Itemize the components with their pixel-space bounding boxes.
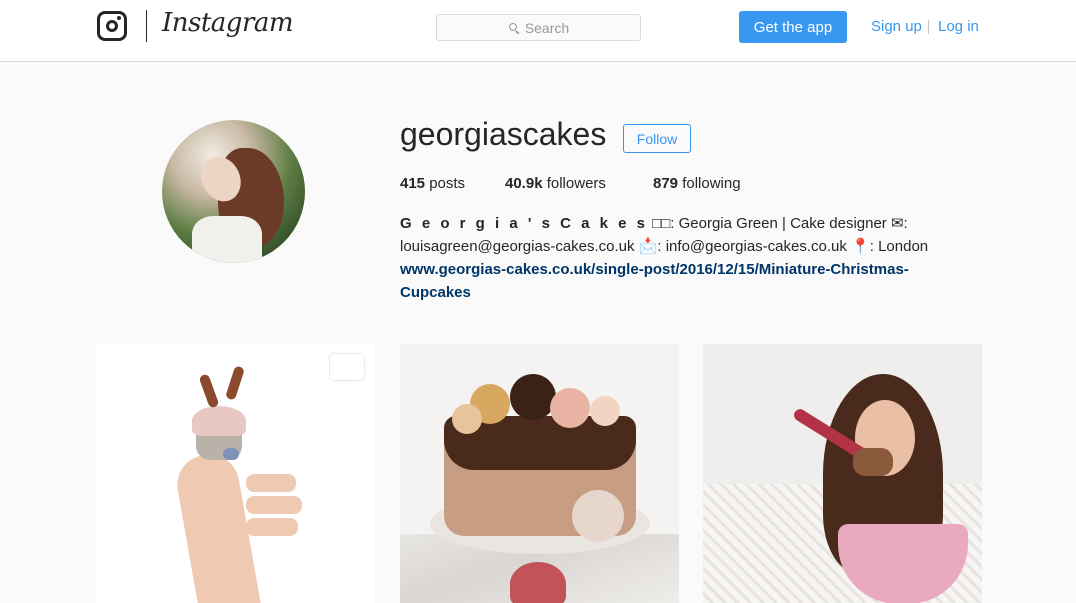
post-thumbnail-1[interactable] bbox=[96, 344, 375, 603]
post-thumbnail-2[interactable] bbox=[400, 344, 679, 603]
photo-cake-topping bbox=[452, 404, 482, 434]
log-in-link[interactable]: Log in bbox=[938, 18, 979, 35]
video-camera-icon bbox=[330, 354, 364, 380]
bio-emoji-placeholder: □□ bbox=[652, 215, 671, 232]
auth-link-separator bbox=[928, 20, 929, 34]
photo-cake-topping bbox=[510, 374, 556, 420]
posts-label: posts bbox=[429, 175, 466, 192]
following-stat[interactable]: 879 following bbox=[653, 175, 741, 192]
profile-bio: G e o r g i a ' s C a k e s □□: Georgia … bbox=[400, 212, 960, 304]
get-the-app-button[interactable]: Get the app bbox=[739, 11, 847, 43]
camera-dot-icon-part bbox=[117, 16, 121, 20]
camera-lens-icon-part bbox=[106, 20, 118, 32]
posts-count: 415 bbox=[400, 175, 426, 192]
photo-macaron-shape bbox=[572, 490, 624, 542]
photo-finger-shape bbox=[246, 518, 298, 536]
photo-spatula-head bbox=[853, 448, 893, 476]
search-icon bbox=[508, 22, 520, 34]
instagram-camera-icon[interactable] bbox=[97, 11, 127, 41]
profile-avatar[interactable] bbox=[162, 120, 305, 263]
photo-nail-shape bbox=[223, 448, 239, 460]
photo-finger-shape bbox=[246, 496, 302, 514]
follow-button[interactable]: Follow bbox=[623, 124, 691, 153]
posts-stat: 415 posts bbox=[400, 175, 465, 192]
pin-icon: 📍 bbox=[851, 238, 870, 255]
photo-cupcake-frosting bbox=[192, 406, 246, 436]
bio-location: : London bbox=[869, 238, 929, 255]
following-count: 879 bbox=[653, 175, 679, 192]
post-thumbnail-3[interactable] bbox=[703, 344, 982, 603]
followers-count: 40.9k bbox=[505, 175, 543, 192]
photo-antler-shape bbox=[198, 373, 220, 409]
followers-stat[interactable]: 40.9k followers bbox=[505, 175, 606, 192]
avatar-clothing-shape bbox=[192, 216, 262, 263]
sign-up-link[interactable]: Sign up bbox=[871, 18, 922, 35]
envelope-icon: 📩 bbox=[638, 238, 658, 255]
search-placeholder: Search bbox=[524, 19, 570, 36]
instagram-wordmark-logo[interactable]: Instagram bbox=[162, 8, 294, 38]
bio-display-name: G e o r g i a ' s C a k e s bbox=[400, 215, 648, 232]
bio-website-link[interactable]: www.georgias-cakes.co.uk/single-post/201… bbox=[400, 261, 909, 301]
bio-line1: : Georgia Green | Cake designer bbox=[670, 215, 887, 232]
photo-finger-shape bbox=[246, 474, 296, 492]
header-divider bbox=[146, 10, 147, 42]
top-navbar: Instagram Search Get the app Sign up Log… bbox=[0, 0, 1076, 62]
search-input[interactable]: Search bbox=[436, 14, 641, 41]
photo-cake-stand bbox=[510, 562, 566, 603]
bio-email-2: : info@georgias-cakes.co.uk bbox=[657, 238, 847, 255]
photo-antler-shape bbox=[224, 365, 246, 401]
following-label: following bbox=[682, 175, 741, 192]
profile-username: georgiascakes bbox=[400, 116, 607, 152]
photo-cake-topping bbox=[590, 396, 620, 426]
photo-cake-topping bbox=[550, 388, 590, 428]
mail-icon: ✉ bbox=[890, 215, 904, 232]
followers-label: followers bbox=[546, 175, 606, 192]
